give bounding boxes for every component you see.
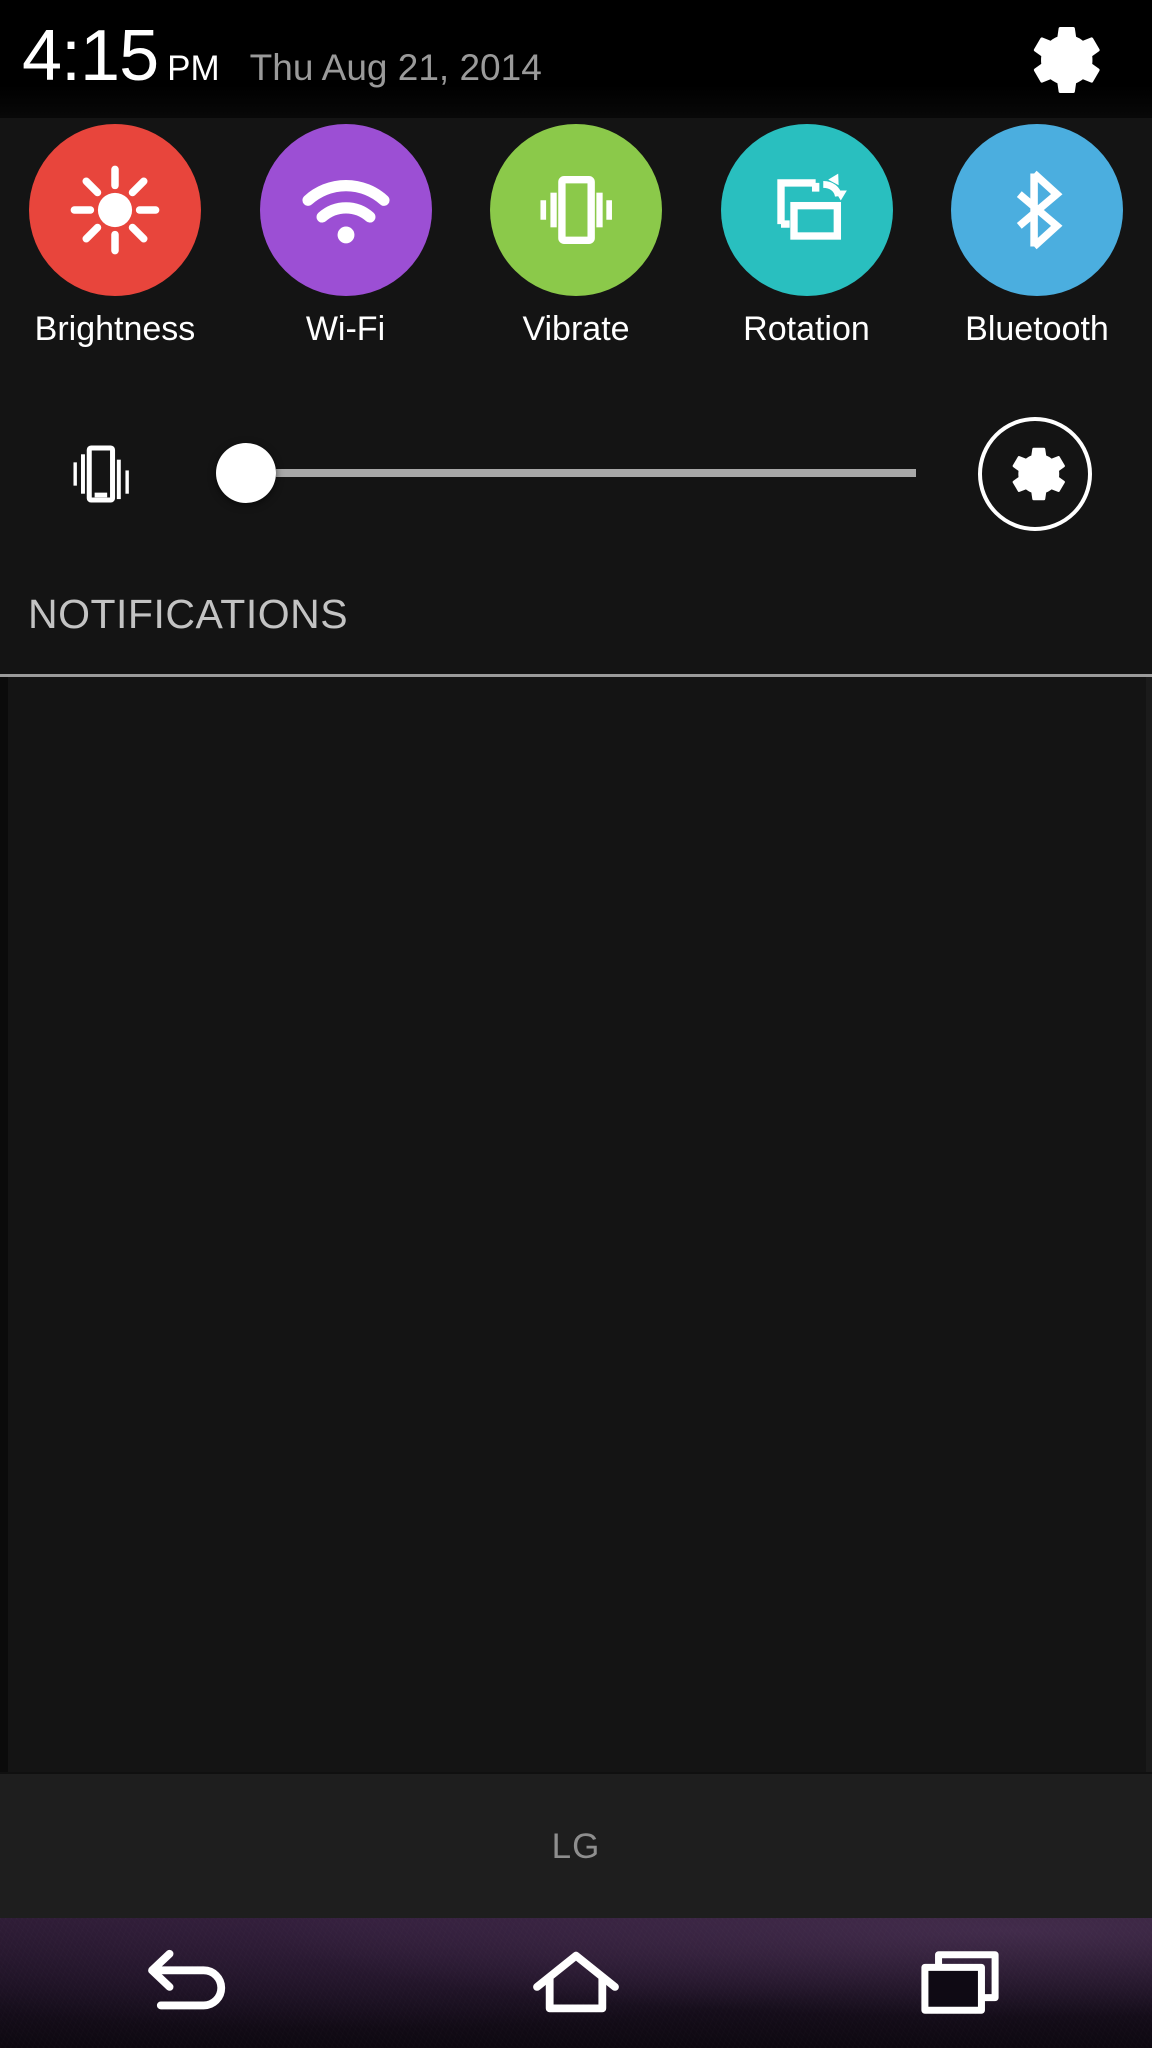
- toggle-wifi[interactable]: Wi-Fi: [253, 118, 439, 348]
- toggle-vibrate-circle[interactable]: [490, 124, 662, 296]
- toggle-bluetooth[interactable]: Bluetooth: [944, 118, 1130, 348]
- toggle-brightness-circle[interactable]: [29, 124, 201, 296]
- nav-back-button[interactable]: [92, 1918, 292, 2048]
- screen-rotation-icon: [776, 173, 847, 240]
- brightness-slider[interactable]: [216, 443, 916, 505]
- brightness-slider-row: [0, 410, 1152, 536]
- settings-button[interactable]: [1020, 18, 1104, 102]
- notifications-section-header: NOTIFICATIONS: [0, 578, 1152, 674]
- vibrate-phone-icon: [540, 175, 612, 245]
- toggle-rotation-label: Rotation: [743, 310, 870, 348]
- toggle-brightness-label: Brightness: [34, 310, 196, 348]
- back-arrow-icon: [148, 1949, 226, 2010]
- home-icon: [533, 1951, 619, 2013]
- notifications-list[interactable]: [0, 677, 1152, 1772]
- brand-footer: LG: [0, 1772, 1152, 1920]
- notification-shade-screen: 4:15 PM Thu Aug 21, 2014 Brightness Wi-F…: [0, 0, 1152, 2048]
- navigation-bar: [0, 1918, 1152, 2048]
- clock-ampm: PM: [167, 49, 220, 88]
- toggle-vibrate[interactable]: Vibrate: [483, 118, 669, 348]
- toggle-bluetooth-label: Bluetooth: [965, 310, 1109, 348]
- notifications-scrollbar-track[interactable]: [1146, 677, 1152, 1772]
- gear-icon: [1033, 26, 1100, 94]
- vibrate-phone-icon: [73, 445, 129, 503]
- clock-time: 4:15: [22, 16, 159, 96]
- toggle-brightness[interactable]: Brightness: [22, 118, 208, 348]
- toggle-rotation-circle[interactable]: [720, 124, 893, 296]
- bluetooth-icon: [1016, 170, 1063, 250]
- notifications-title: NOTIFICATIONS: [28, 591, 349, 637]
- toggle-wifi-circle[interactable]: [259, 124, 432, 296]
- nav-home-button[interactable]: [476, 1918, 676, 2048]
- toggle-rotation[interactable]: Rotation: [714, 118, 900, 348]
- notifications-left-edge: [0, 677, 8, 1772]
- gear-icon: [1012, 447, 1065, 501]
- brightness-settings-button[interactable]: [978, 417, 1092, 531]
- slider-track[interactable]: [276, 469, 916, 477]
- wifi-icon: [301, 179, 390, 244]
- toggle-vibrate-label: Vibrate: [522, 310, 630, 348]
- status-bar: 4:15 PM Thu Aug 21, 2014: [0, 0, 1152, 118]
- status-date: Thu Aug 21, 2014: [249, 47, 542, 88]
- slider-vibrate-icon-wrap: [55, 430, 145, 518]
- quick-settings-toggles: Brightness Wi-Fi Vibrate Rotation Blueto…: [0, 118, 1152, 358]
- clock-and-date: 4:15 PM Thu Aug 21, 2014: [22, 20, 542, 92]
- brightness-sun-icon: [70, 165, 160, 255]
- brand-label: LG: [551, 1827, 601, 1866]
- toggle-bluetooth-circle[interactable]: [951, 124, 1123, 296]
- nav-recents-button[interactable]: [860, 1918, 1060, 2048]
- toggle-wifi-label: Wi-Fi: [305, 310, 386, 348]
- slider-thumb[interactable]: [216, 443, 276, 503]
- recent-apps-icon: [921, 1951, 999, 2014]
